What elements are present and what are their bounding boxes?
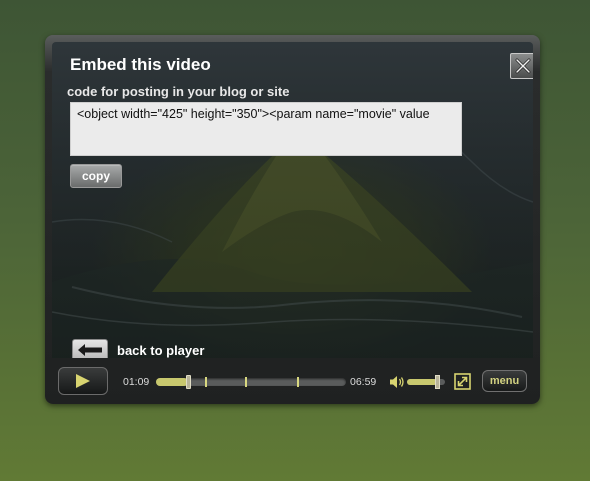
play-button[interactable] xyxy=(58,367,108,395)
current-time: 01:09 xyxy=(123,376,150,388)
menu-button[interactable]: menu xyxy=(482,370,527,392)
back-to-player-label: back to player xyxy=(117,342,205,358)
back-arrow-icon xyxy=(72,339,108,358)
back-to-player-button[interactable]: back to player xyxy=(72,339,204,358)
embed-subtitle: code for posting in your blog or site xyxy=(67,84,290,99)
progress-fill xyxy=(156,378,189,386)
volume-button[interactable] xyxy=(389,374,405,390)
close-icon xyxy=(515,58,531,74)
embed-code-field[interactable]: <object width="425" height="350"><param … xyxy=(70,102,462,156)
play-icon xyxy=(76,374,90,388)
control-bar: 01:09 06:59 menu xyxy=(52,363,533,401)
video-frame: Embed this video code for posting in you… xyxy=(52,42,533,358)
video-player: Embed this video code for posting in you… xyxy=(45,35,540,404)
volume-fill xyxy=(407,379,438,385)
copy-button[interactable]: copy xyxy=(70,164,122,188)
volume-handle[interactable] xyxy=(435,375,441,389)
chapter-marker[interactable] xyxy=(245,377,248,387)
total-time: 06:59 xyxy=(350,376,377,388)
close-button[interactable] xyxy=(510,53,533,79)
progress-track[interactable] xyxy=(156,375,346,389)
chapter-marker[interactable] xyxy=(296,377,299,387)
fullscreen-button[interactable] xyxy=(454,373,471,390)
fullscreen-icon xyxy=(454,373,471,390)
volume-slider[interactable] xyxy=(407,375,445,389)
embed-title: Embed this video xyxy=(70,55,211,74)
scrub-handle[interactable] xyxy=(186,375,192,389)
volume-icon xyxy=(390,376,404,388)
chapter-marker[interactable] xyxy=(205,377,208,387)
